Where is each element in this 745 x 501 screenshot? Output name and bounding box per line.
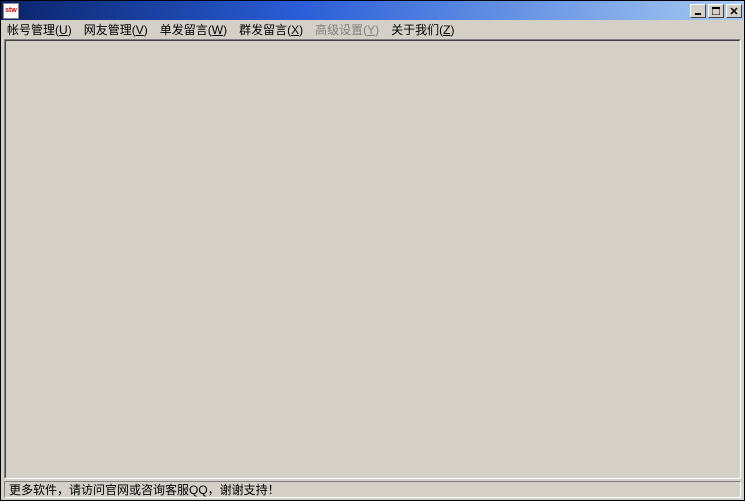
menu-item-4: 高级设置(Y): [309, 20, 385, 39]
menu-item-0[interactable]: 帐号管理(U): [1, 20, 78, 39]
close-button[interactable]: [726, 4, 742, 18]
menu-item-label: 帐号管理: [7, 23, 55, 37]
menu-item-accel: Y: [367, 23, 375, 37]
menu-item-accel: U: [59, 23, 68, 37]
menu-item-label: 单发留言: [160, 23, 208, 37]
app-window: stw 帐号管理(U)网友管理(V)单发留言(W)群发留言(X)高级设置(Y)关…: [0, 0, 745, 501]
menu-item-2[interactable]: 单发留言(W): [154, 20, 233, 39]
minimize-icon: [694, 7, 702, 15]
menu-item-accel: W: [212, 23, 223, 37]
menu-item-1[interactable]: 网友管理(V): [78, 20, 154, 39]
app-icon: stw: [3, 3, 19, 19]
close-icon: [730, 7, 738, 15]
statusbar: 更多软件，请访问官网或咨询客服QQ，谢谢支持！: [1, 480, 744, 500]
menubar: 帐号管理(U)网友管理(V)单发留言(W)群发留言(X)高级设置(Y)关于我们(…: [1, 20, 744, 38]
minimize-button[interactable]: [690, 4, 706, 18]
app-icon-label: stw: [5, 7, 17, 14]
status-text: 更多软件，请访问官网或咨询客服QQ，谢谢支持！: [4, 481, 741, 498]
menu-item-label: 高级设置: [315, 23, 363, 37]
window-controls: [688, 4, 742, 18]
menu-item-5[interactable]: 关于我们(Z): [385, 20, 460, 39]
titlebar[interactable]: stw: [1, 1, 744, 20]
menu-item-accel: Z: [443, 23, 450, 37]
content-pane: [5, 40, 740, 478]
menu-item-label: 群发留言: [239, 23, 287, 37]
menu-item-label: 关于我们: [391, 23, 439, 37]
maximize-icon: [712, 7, 720, 15]
maximize-button[interactable]: [708, 4, 724, 18]
menu-item-accel: X: [291, 23, 299, 37]
menu-item-label: 网友管理: [84, 23, 132, 37]
menu-item-3[interactable]: 群发留言(X): [233, 20, 309, 39]
menu-item-accel: V: [136, 23, 144, 37]
client-area: [4, 39, 741, 479]
